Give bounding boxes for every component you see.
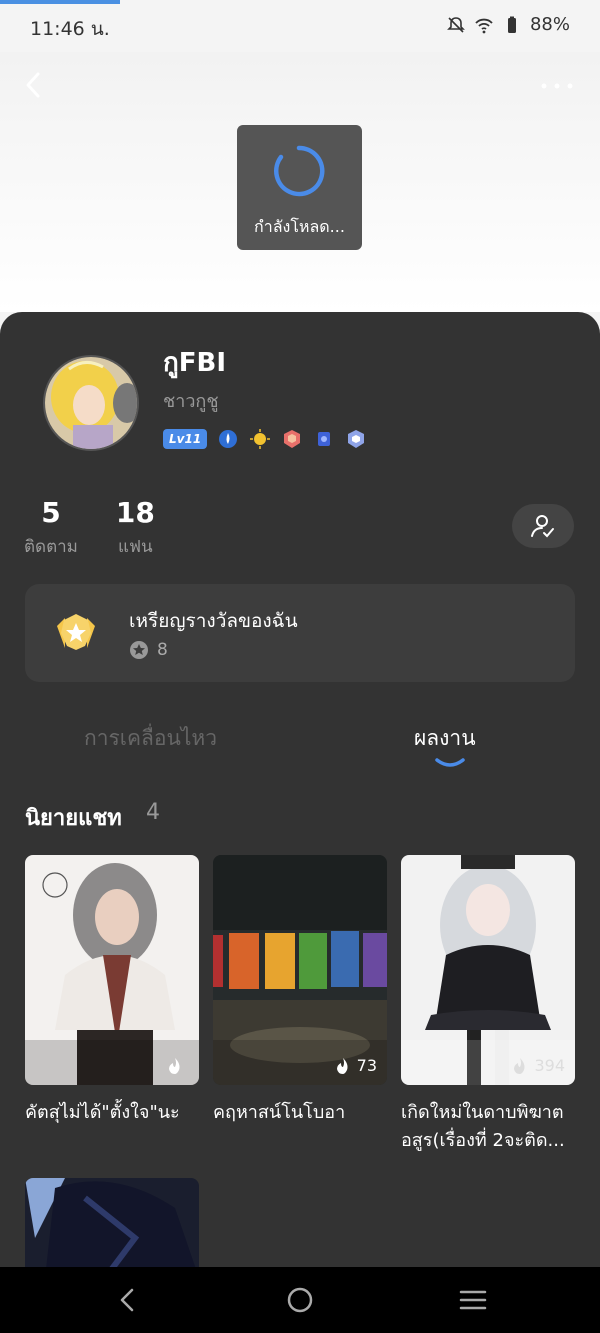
story-title: คัตสุไม่ได้"ตั้งใจ"นะ bbox=[25, 1102, 180, 1123]
fans-stat[interactable]: 18 แฟน bbox=[116, 496, 155, 560]
stats-row: 5 ติดตาม 18 แฟน bbox=[24, 496, 155, 560]
tab-works[interactable]: ผลงาน bbox=[414, 722, 476, 755]
story-card[interactable]: 73 คฤหาสน์โนโบอา bbox=[213, 855, 387, 1127]
mute-icon bbox=[447, 16, 465, 33]
battery-icon bbox=[507, 16, 516, 33]
avatar[interactable] bbox=[43, 355, 139, 451]
story-title: เกิดใหม่ในดาบพิฆาตอสูร(เรื่องที่ 2จะติด.… bbox=[401, 1102, 565, 1151]
level-badge[interactable]: Lv11 bbox=[163, 429, 208, 449]
story-card[interactable] bbox=[25, 1178, 199, 1267]
story-cover: 394 bbox=[401, 855, 575, 1085]
loading-toast: กำลังโหลด... bbox=[237, 125, 362, 250]
sun-badge-icon[interactable] bbox=[249, 428, 271, 450]
story-title: คฤหาสน์โนโบอา bbox=[213, 1102, 346, 1123]
fire-icon bbox=[514, 1057, 525, 1074]
medals-card[interactable]: เหรียญรางวัลของฉัน 8 bbox=[25, 584, 575, 682]
back-icon[interactable] bbox=[20, 68, 50, 102]
story-views bbox=[167, 1057, 189, 1075]
follow-button[interactable] bbox=[512, 504, 574, 548]
fans-count: 18 bbox=[115, 496, 155, 529]
user-check-icon bbox=[531, 515, 554, 538]
section-title: นิยายแชท bbox=[25, 806, 122, 831]
star-coin-icon bbox=[130, 641, 148, 659]
system-nav-bar bbox=[0, 1267, 600, 1333]
nav-home-icon[interactable] bbox=[285, 1285, 315, 1315]
story-views: 73 bbox=[335, 1056, 377, 1075]
medals-count-row: 8 bbox=[129, 640, 168, 660]
book-badge-icon[interactable] bbox=[313, 428, 335, 450]
story-cover bbox=[25, 1178, 199, 1267]
more-options-icon[interactable] bbox=[540, 76, 574, 96]
user-subtitle: ชาวกูชู bbox=[163, 391, 219, 412]
fans-label: แฟน bbox=[118, 537, 153, 557]
nav-back-icon[interactable] bbox=[112, 1285, 142, 1315]
fire-icon bbox=[169, 1058, 180, 1074]
wifi-icon bbox=[475, 18, 493, 33]
nav-recents-icon[interactable] bbox=[458, 1285, 488, 1315]
status-time: 11:46 น. bbox=[30, 18, 110, 40]
profile-sheet: กูFBI ชาวกูชู Lv11 5 ติดตาม 18 แฟน เหรีย… bbox=[0, 312, 600, 1267]
badge-row: Lv11 bbox=[163, 428, 367, 450]
following-count: 5 bbox=[41, 496, 61, 529]
story-card[interactable]: คัตสุไม่ได้"ตั้งใจ"นะ bbox=[25, 855, 199, 1127]
fire-icon bbox=[336, 1057, 348, 1074]
shield-badge-icon[interactable] bbox=[281, 428, 303, 450]
gem-badge-icon[interactable] bbox=[345, 428, 367, 450]
loading-text: กำลังโหลด... bbox=[254, 217, 345, 236]
medals-title: เหรียญรางวัลของฉัน bbox=[129, 610, 298, 632]
following-stat[interactable]: 5 ติดตาม bbox=[24, 496, 78, 560]
story-card[interactable]: 394 เกิดใหม่ในดาบพิฆาตอสูร(เรื่องที่ 2จะ… bbox=[401, 855, 575, 1155]
story-cover bbox=[25, 855, 199, 1085]
story-cover: 73 bbox=[213, 855, 387, 1085]
status-bar: 11:46 น. 88% bbox=[0, 0, 600, 52]
medal-icon bbox=[57, 614, 95, 650]
loading-spinner-icon bbox=[274, 145, 325, 197]
medals-count: 8 bbox=[157, 640, 168, 660]
fire-badge-icon[interactable] bbox=[217, 428, 239, 450]
story-views: 394 bbox=[512, 1056, 565, 1075]
battery-level: 88% bbox=[529, 14, 570, 35]
tab-activity[interactable]: การเคลื่อนไหว bbox=[84, 722, 217, 755]
username: กูFBI bbox=[163, 348, 226, 378]
following-label: ติดตาม bbox=[24, 537, 78, 557]
avatar-image bbox=[45, 357, 137, 449]
active-tab-indicator bbox=[435, 758, 465, 767]
status-icons: 88% bbox=[446, 14, 570, 35]
section-count: 4 bbox=[146, 800, 160, 825]
